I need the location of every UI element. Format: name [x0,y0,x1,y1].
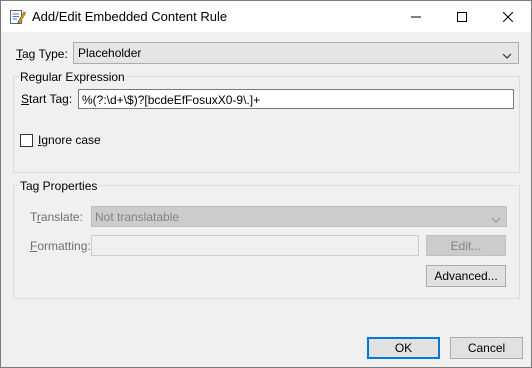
ok-button-label: OK [394,341,413,355]
maximize-button[interactable] [439,1,485,32]
chevron-down-icon [491,213,501,227]
tag-type-label: Tag Type: [16,47,68,61]
translate-value: Not translatable [95,210,180,224]
tag-type-label-text: ag Type: [22,47,68,61]
ok-button[interactable]: OK [367,337,440,359]
cancel-button-label: Cancel [467,341,506,355]
title-bar[interactable]: Add/Edit Embedded Content Rule [1,1,531,32]
formatting-input[interactable] [91,235,419,256]
ignore-case-label[interactable]: Ignore case [38,133,101,147]
advanced-button-label: Advanced... [434,269,498,283]
tag-type-value: Placeholder [78,46,142,60]
window-title: Add/Edit Embedded Content Rule [32,9,228,24]
start-tag-label: Start Tag: [21,92,73,106]
start-tag-value: %(?:\d+\$)?[bcdeEfFosuxX0-9\.]+ [82,93,261,107]
edit-button-label: Edit... [450,238,482,253]
minimize-icon [411,16,421,17]
edit-document-icon [9,8,27,25]
ignore-case-checkbox[interactable] [20,134,33,147]
close-icon [503,11,513,22]
formatting-label: Formatting: [30,239,91,253]
translate-label: Translate: [30,210,83,224]
dialog-window: Add/Edit Embedded Content Rule Tag Type:… [0,0,532,368]
cancel-button[interactable]: Cancel [450,337,523,359]
regular-expression-legend: Regular Expression [19,70,126,84]
close-button[interactable] [485,1,531,32]
minimize-button[interactable] [393,1,439,32]
edit-button[interactable]: Edit... [426,235,506,256]
translate-select[interactable]: Not translatable [91,206,507,227]
tag-type-select[interactable]: Placeholder [73,42,519,64]
chevron-down-icon [502,49,512,63]
start-tag-input[interactable]: %(?:\d+\$)?[bcdeEfFosuxX0-9\.]+ [78,89,514,109]
tag-properties-legend: Tag Properties [19,179,99,193]
advanced-button[interactable]: Advanced... [426,265,506,287]
maximize-icon [457,11,467,22]
